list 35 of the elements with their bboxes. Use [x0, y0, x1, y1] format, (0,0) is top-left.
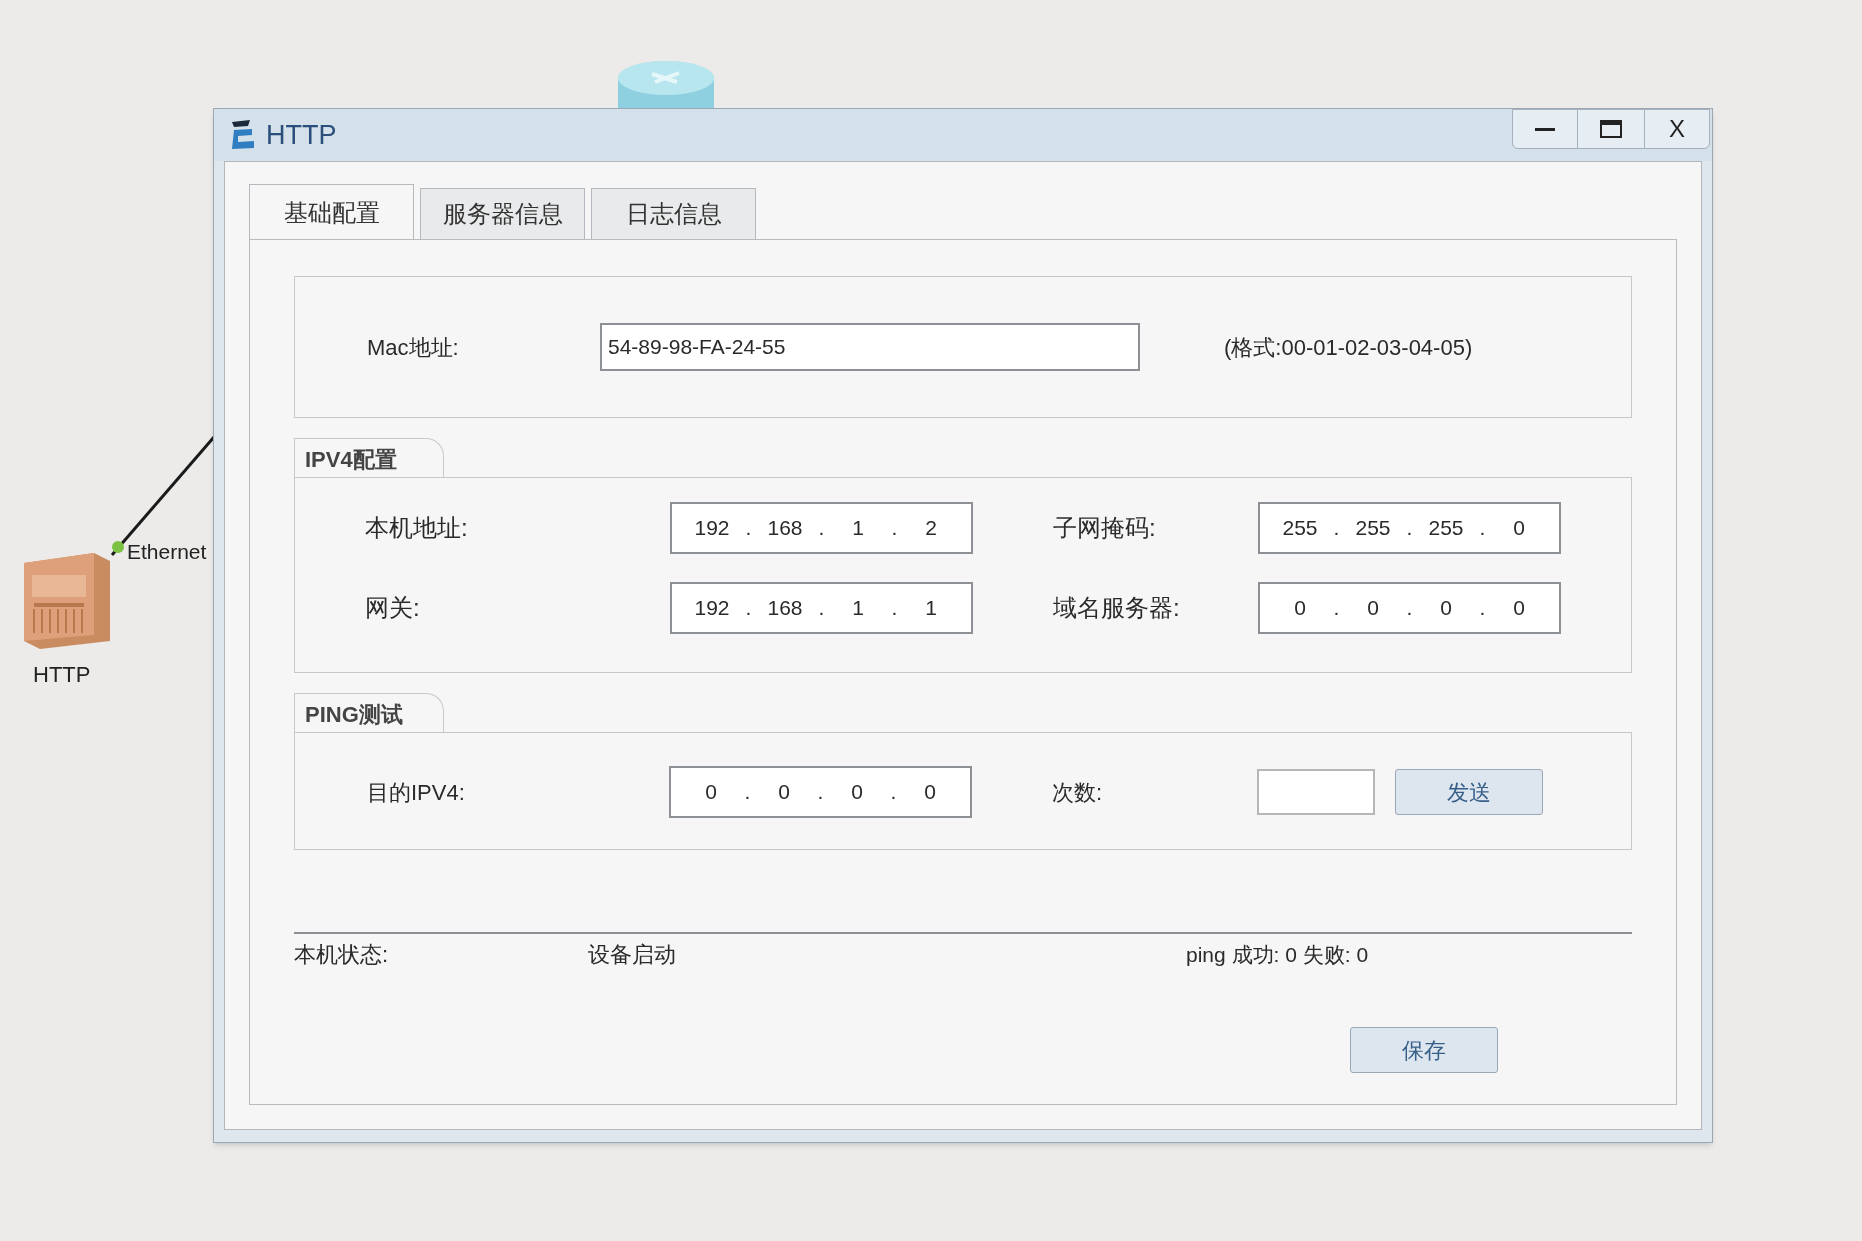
maximize-button[interactable] — [1578, 109, 1644, 149]
field-label: 次数: — [1052, 778, 1104, 807]
field-label: 本机地址: — [365, 513, 469, 543]
status-label: 本机状态: — [294, 941, 390, 969]
ip-address-field[interactable]: 0 . 0 . 0 . 0 — [669, 766, 972, 818]
save-button[interactable]: 保存 — [1350, 1027, 1498, 1073]
tab[interactable]: 服务器信息 — [420, 188, 585, 240]
status-value: 设备启动 — [588, 941, 677, 969]
ip-address-field[interactable]: 192 . 168 . 1 . 2 — [670, 502, 973, 554]
tab[interactable]: 日志信息 — [591, 188, 756, 240]
field-label: 域名服务器: — [1053, 593, 1181, 623]
mac-address-field[interactable]: 54-89-98-FA-24-55 — [600, 323, 1140, 371]
ip-address-field[interactable]: 255 . 255 . 255 . 0 — [1258, 502, 1561, 554]
ip-address-field[interactable]: 0 . 0 . 0 . 0 — [1258, 582, 1561, 634]
field-label: 网关: — [365, 593, 421, 623]
send-button[interactable]: 发送 — [1395, 769, 1543, 815]
tab[interactable]: 基础配置 — [249, 184, 414, 240]
minimize-button[interactable] — [1512, 109, 1578, 149]
ip-address-field[interactable]: 192 . 168 . 1 . 1 — [670, 582, 973, 634]
router-icon — [617, 60, 715, 110]
window-title: HTTP — [266, 118, 337, 152]
minimize-icon — [1535, 127, 1555, 131]
field-label: 目的IPV4: — [367, 778, 466, 807]
group-title: PING测试 — [294, 693, 444, 733]
port-label: Ethernet — [127, 539, 207, 565]
count-field[interactable] — [1257, 769, 1375, 815]
close-button[interactable]: X — [1644, 109, 1710, 149]
field-label: 子网掩码: — [1053, 513, 1157, 543]
web-server-icon — [24, 553, 110, 649]
field-label: Mac地址: — [367, 333, 460, 362]
group-title: IPV4配置 — [294, 438, 444, 478]
ping-result: ping 成功: 0 失败: 0 — [1186, 941, 1369, 968]
maximize-icon — [1600, 120, 1622, 138]
device-label: HTTP — [33, 661, 91, 689]
format-hint: (格式:00-01-02-03-04-05) — [1224, 333, 1473, 362]
